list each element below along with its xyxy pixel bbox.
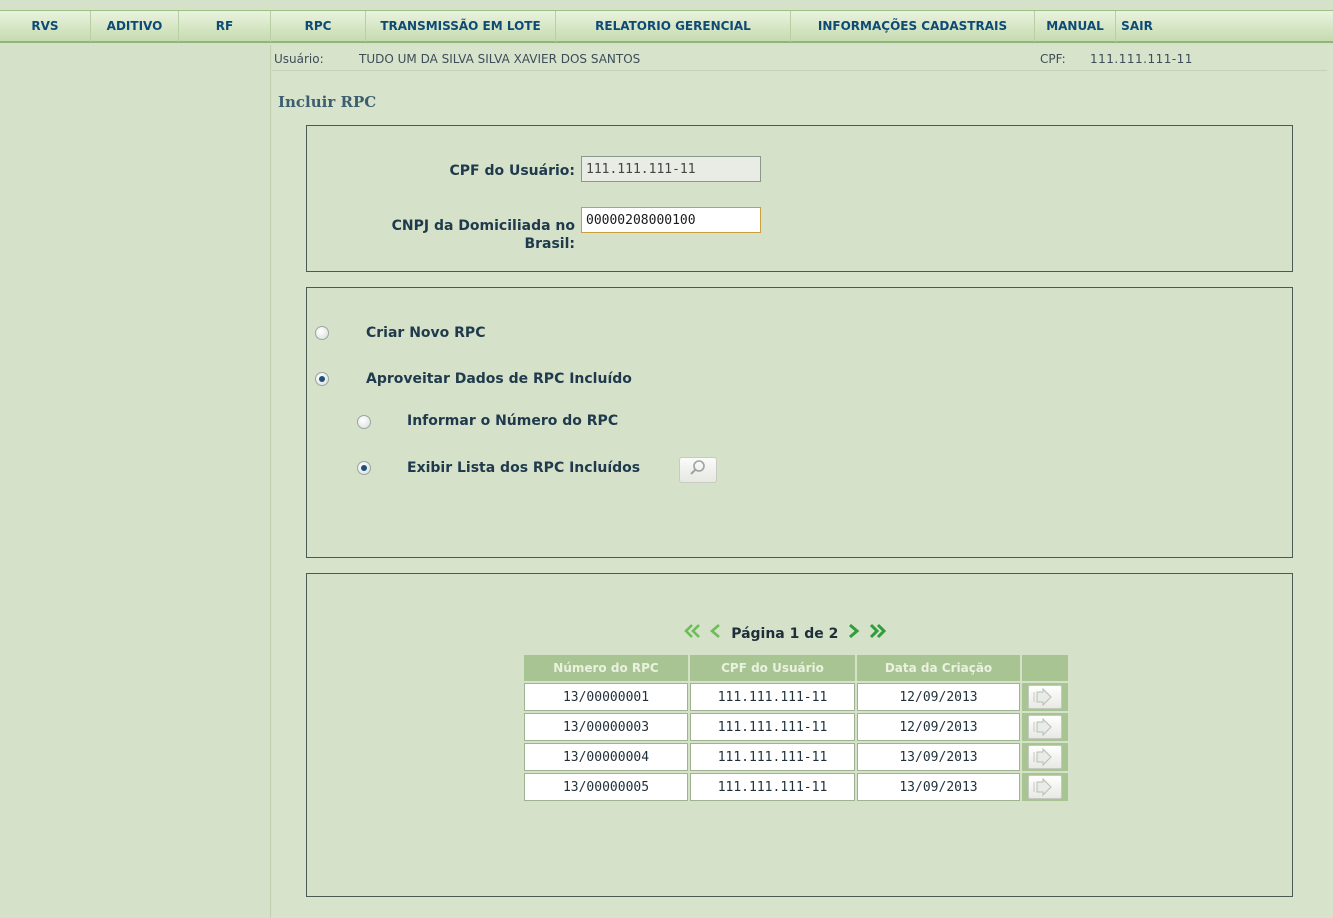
table-row: 13/00000005 111.111.111-11 13/09/2013 bbox=[524, 773, 1068, 801]
cpf-field[interactable] bbox=[581, 156, 761, 182]
select-row-button[interactable] bbox=[1028, 715, 1062, 739]
magnifier-icon bbox=[689, 459, 707, 481]
label-exibir-lista[interactable]: Exibir Lista dos RPC Incluídos bbox=[407, 460, 640, 476]
rpc-table: Número do RPC CPF do Usuário Data da Cri… bbox=[522, 653, 1070, 803]
select-row-button[interactable] bbox=[1028, 745, 1062, 769]
menu-rf[interactable]: RF bbox=[179, 11, 271, 42]
cell-action bbox=[1022, 713, 1068, 741]
table-header-row: Número do RPC CPF do Usuário Data da Cri… bbox=[524, 655, 1068, 681]
menu-rvs[interactable]: RVS bbox=[0, 11, 91, 42]
arrow-right-icon bbox=[1033, 747, 1052, 767]
pager: Página 1 de 2 bbox=[683, 623, 887, 649]
cell-action bbox=[1022, 743, 1068, 771]
prev-page-icon[interactable] bbox=[708, 623, 722, 644]
cnpj-field-label: CNPJ da Domiciliada no Brasil: bbox=[340, 217, 575, 253]
cpf-label: CPF: bbox=[1040, 52, 1066, 66]
cell-numero-rpc: 13/00000005 bbox=[524, 773, 688, 801]
col-action bbox=[1022, 655, 1068, 681]
menu-rpc[interactable]: RPC bbox=[271, 11, 366, 42]
cell-cpf: 111.111.111-11 bbox=[690, 773, 855, 801]
menu-transmissao-lote[interactable]: TRANSMISSÃO EM LOTE bbox=[366, 11, 556, 42]
page-title: Incluir RPC bbox=[278, 93, 377, 111]
user-info-bar: Usuário: TUDO UM DA SILVA SILVA XAVIER D… bbox=[272, 46, 1327, 71]
table-row: 13/00000001 111.111.111-11 12/09/2013 bbox=[524, 683, 1068, 711]
menu-informacoes-cadastrais[interactable]: INFORMAÇÕES CADASTRAIS bbox=[791, 11, 1035, 42]
cell-cpf: 111.111.111-11 bbox=[690, 683, 855, 711]
label-aproveitar[interactable]: Aproveitar Dados de RPC Incluído bbox=[366, 371, 632, 387]
table-row: 13/00000003 111.111.111-11 12/09/2013 bbox=[524, 713, 1068, 741]
cell-cpf: 111.111.111-11 bbox=[690, 713, 855, 741]
cell-numero-rpc: 13/00000004 bbox=[524, 743, 688, 771]
radio-aproveitar[interactable] bbox=[315, 372, 329, 386]
first-page-icon[interactable] bbox=[683, 623, 703, 644]
arrow-right-icon bbox=[1033, 717, 1052, 737]
last-page-icon[interactable] bbox=[867, 623, 887, 644]
cell-cpf: 111.111.111-11 bbox=[690, 743, 855, 771]
arrow-right-icon bbox=[1033, 687, 1052, 707]
arrow-right-icon bbox=[1033, 777, 1052, 797]
menu-aditivo[interactable]: ADITIVO bbox=[91, 11, 179, 42]
cell-numero-rpc: 13/00000001 bbox=[524, 683, 688, 711]
cpf-value: 111.111.111-11 bbox=[1090, 52, 1193, 66]
user-label: Usuário: bbox=[274, 52, 324, 66]
cell-data: 12/09/2013 bbox=[857, 713, 1020, 741]
cell-data: 12/09/2013 bbox=[857, 683, 1020, 711]
table-row: 13/00000004 111.111.111-11 13/09/2013 bbox=[524, 743, 1068, 771]
top-menu: RVS ADITIVO RF RPC TRANSMISSÃO EM LOTE R… bbox=[0, 10, 1333, 43]
cell-action bbox=[1022, 773, 1068, 801]
radio-exibir-lista[interactable] bbox=[357, 461, 371, 475]
search-button[interactable] bbox=[679, 457, 717, 483]
cell-data: 13/09/2013 bbox=[857, 773, 1020, 801]
cell-action bbox=[1022, 683, 1068, 711]
label-criar-novo[interactable]: Criar Novo RPC bbox=[366, 325, 485, 341]
select-row-button[interactable] bbox=[1028, 685, 1062, 709]
col-numero-rpc: Número do RPC bbox=[524, 655, 688, 681]
cpf-field-label: CPF do Usuário: bbox=[449, 163, 575, 179]
col-data-criacao: Data da Criação bbox=[857, 655, 1020, 681]
select-row-button[interactable] bbox=[1028, 775, 1062, 799]
menu-relatorio-gerencial[interactable]: RELATORIO GERENCIAL bbox=[556, 11, 791, 42]
cell-data: 13/09/2013 bbox=[857, 743, 1020, 771]
radio-informar-numero[interactable] bbox=[357, 415, 371, 429]
user-name: TUDO UM DA SILVA SILVA XAVIER DOS SANTOS bbox=[359, 52, 641, 66]
left-sidebar bbox=[0, 45, 271, 918]
cnpj-label-line1: CNPJ da Domiciliada no bbox=[391, 218, 575, 234]
page-indicator: Página 1 de 2 bbox=[731, 625, 839, 642]
cell-numero-rpc: 13/00000003 bbox=[524, 713, 688, 741]
next-page-icon[interactable] bbox=[847, 623, 861, 644]
label-informar-numero[interactable]: Informar o Número do RPC bbox=[407, 413, 618, 429]
menu-manual[interactable]: MANUAL bbox=[1035, 11, 1116, 42]
menu-sair[interactable]: SAIR bbox=[1116, 11, 1158, 42]
radio-criar-novo[interactable] bbox=[315, 326, 329, 340]
cnpj-field[interactable] bbox=[581, 207, 761, 233]
cnpj-label-line2: Brasil: bbox=[524, 236, 575, 252]
col-cpf-usuario: CPF do Usuário bbox=[690, 655, 855, 681]
